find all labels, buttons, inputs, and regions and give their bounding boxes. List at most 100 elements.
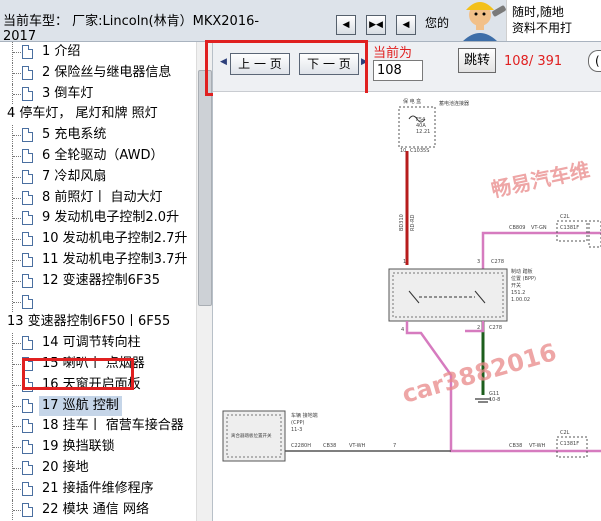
cpp-sub: (CPP) (291, 420, 304, 426)
connector-right-bottom: C1381F (560, 441, 579, 447)
document-icon (22, 419, 33, 434)
tree-doc-item[interactable]: 20 接地 (0, 457, 196, 479)
tree-doc-item[interactable]: 10 发动机电子控制2.7升 (0, 229, 196, 250)
tree-connector (12, 478, 23, 500)
cpp-label: 车辆 接地端 (291, 412, 318, 419)
cpp-box-label: 离合器踏板位置开关 (231, 432, 272, 439)
connector-top: C1035S (410, 148, 429, 154)
page-nav-highlight (205, 40, 368, 96)
tree-item-label: 22 模块 通信 网络 (42, 501, 149, 517)
pin-7: 7 (393, 443, 396, 449)
tree-doc-item[interactable]: 22 模块 通信 网络 (0, 499, 196, 521)
fuse-pin: 10 (400, 148, 406, 154)
tree-item-label: 1 介绍 (42, 44, 81, 59)
tree-item-label: 10 发动机电子控制2.7升 (42, 231, 188, 247)
tree-item-label: 13 变速器控制6F50丨6F55 (7, 314, 171, 330)
tree-doc-item[interactable]: 6 全轮驱动（AWD） (0, 145, 196, 167)
tree-doc-item[interactable]: 7 冷却风扇 (0, 166, 196, 188)
tree-connector (12, 145, 23, 167)
app-header: 当前车型： 厂家:Lincoln(林肯）MKX2016-2017 ◀ ▶◀ ◀ … (0, 0, 601, 42)
tree-connector (12, 333, 23, 354)
tree-item-label: 19 换挡联锁 (42, 439, 115, 455)
jump-button[interactable]: 跳转 (458, 48, 496, 73)
tree-folder-item[interactable]: 13 变速器控制6F50丨6F55 (0, 312, 196, 333)
wire-bottom: CB38 (323, 443, 336, 449)
connector-right-top: C1381F (560, 225, 579, 231)
document-icon (22, 294, 33, 309)
tree-item-label: 21 接插件维修程序 (42, 480, 154, 496)
wire-bottom-color: VT-WH (349, 443, 366, 449)
document-icon (22, 65, 33, 80)
first-page-icon-button[interactable]: ◀ (336, 15, 356, 35)
switch-code2: 1.00.02 (511, 297, 530, 303)
pink-wire-mid (465, 321, 485, 333)
document-icon (22, 398, 33, 413)
tree-scroll-thumb[interactable] (198, 70, 212, 306)
tree-connector (12, 229, 23, 250)
switch-sub: 位置 (BPP) (511, 275, 536, 282)
watermark-contact: car3882016 (399, 338, 560, 409)
tree-connector (12, 395, 23, 417)
document-icon (22, 336, 33, 351)
tree-doc-item[interactable]: 2 保险丝与继电器信息 (0, 62, 196, 84)
tree-item-label: 11 发动机电子控制3.7升 (42, 251, 188, 267)
tree-doc-item[interactable]: 19 换挡联锁 (0, 437, 196, 458)
right-connector-top (556, 220, 588, 242)
connector-bottom-left: C2280H (291, 443, 311, 449)
diagram-viewer[interactable]: 保 电 盒 蓄电池连接器 F54 40A 12.21 10 C1035S BD3… (213, 93, 601, 521)
chapter-tree: 1 介绍 2 保险丝与继电器信息 3 倒车灯 4 停车灯， 尾灯和牌 照灯 5 充电系统… (0, 42, 196, 521)
tree-connector (12, 208, 23, 230)
document-icon (22, 273, 33, 288)
tree-item-label: 7 冷却风扇 (42, 168, 107, 184)
tree-folder-item[interactable]: 4 停车灯， 尾灯和牌 照灯 (0, 104, 196, 125)
page-number-input[interactable] (373, 60, 423, 81)
last-page-icon-button[interactable]: ◀ (396, 15, 416, 35)
tree-doc-item[interactable]: 17 巡航 控制 (0, 395, 196, 417)
promo-box: 随时,随地 资料不用打 (506, 0, 601, 41)
watermark-brand: 畅易汽车维 (489, 158, 592, 202)
tree-doc-item[interactable]: 18 挂车丨 宿营车接合器 (0, 416, 196, 438)
document-icon (22, 440, 33, 455)
switch-sub2: 开关 (511, 282, 521, 289)
tree-doc-item[interactable]: 8 前照灯丨 自动大灯 (0, 187, 196, 209)
viewer-side-button[interactable]: ( (588, 50, 601, 72)
tree-doc-item[interactable]: 11 发动机电子控制3.7升 (0, 249, 196, 271)
tree-item-label: 12 变速器控制6F35 (42, 272, 160, 288)
document-icon (22, 211, 33, 226)
tree-doc-item[interactable]: 3 倒车灯 (0, 83, 196, 105)
tree-connector (12, 249, 23, 271)
tree-item-label: 14 可调节转向柱 (42, 335, 141, 351)
document-icon (22, 190, 33, 205)
tree-connector (12, 457, 23, 479)
pin-4: 4 (401, 327, 404, 333)
switch-title: 制动 踏板 (511, 268, 533, 275)
car-model-label: 当前车型： 厂家:Lincoln(林肯）MKX2016-2017 (3, 14, 260, 42)
fuse-sub: 12.21 (416, 129, 430, 135)
tree-doc-item[interactable]: 21 接插件维修程序 (0, 478, 196, 500)
document-icon (22, 502, 33, 517)
current-page-label: 当前为 (373, 46, 413, 61)
wire-color-red: RD-RD (410, 214, 416, 231)
tree-doc-item[interactable]: 5 充电系统 (0, 125, 196, 146)
promo-line: 随时,随地 (512, 5, 564, 19)
toggle-panel-icon-button[interactable]: ▶◀ (366, 15, 386, 35)
tree-doc-item[interactable]: 12 变速器控制6F35 (0, 270, 196, 292)
tree-scrollbar[interactable] (196, 42, 212, 521)
connector-right-bottom2: C2L (560, 430, 570, 436)
tree-connector (12, 416, 23, 438)
document-icon (22, 252, 33, 267)
pin-3: 3 (477, 259, 480, 265)
tree-item-label: 5 充电系统 (42, 127, 107, 143)
page-count-current: 108 (504, 54, 529, 69)
connector-c278: C278 (491, 259, 504, 265)
switch-code: 151.2 (511, 290, 525, 296)
tree-connector (12, 499, 23, 521)
tree-doc-item[interactable] (0, 291, 196, 313)
tree-doc-item[interactable]: 14 可调节转向柱 (0, 333, 196, 354)
wire-top-right-color: VT-GN (531, 225, 547, 231)
tree-doc-item[interactable]: 9 发动机电子控制2.0升 (0, 208, 196, 230)
fuse-box-sub: 蓄电池连接器 (439, 100, 469, 107)
tree-doc-item[interactable]: 1 介绍 (0, 42, 196, 63)
tree-connector (12, 125, 23, 146)
bpp-switch-box (388, 268, 508, 322)
